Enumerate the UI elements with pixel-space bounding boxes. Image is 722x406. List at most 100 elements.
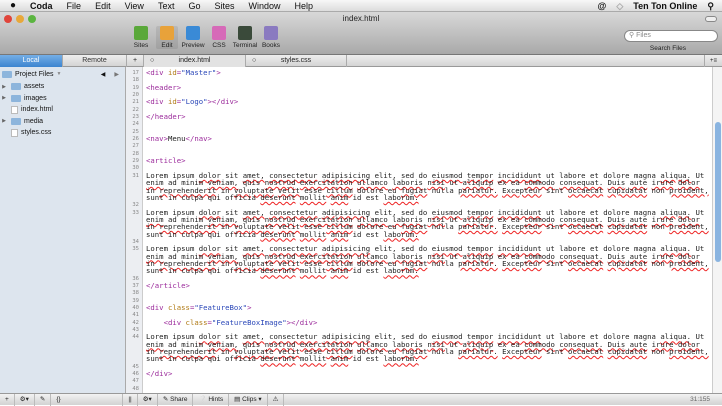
- close-tab-icon[interactable]: ○: [150, 55, 154, 67]
- file-item-styles-css[interactable]: styles.css: [0, 127, 125, 139]
- braces-icon[interactable]: {}: [51, 393, 124, 406]
- code-word: Excepteur: [502, 347, 542, 357]
- code-token: "Master": [181, 68, 217, 77]
- code-word: sint: [546, 185, 564, 195]
- code-word: occaecat: [568, 222, 604, 232]
- code-word: Excepteur: [502, 185, 542, 195]
- tab-bar: Local Remote + ○ index.html ○ styles.css +…: [0, 55, 722, 67]
- code-token: class: [167, 303, 190, 312]
- warning-icon[interactable]: ⚠: [268, 393, 285, 406]
- toolbar-books-button[interactable]: Books: [260, 26, 282, 49]
- code-word: qui: [207, 229, 221, 239]
- user-name[interactable]: Ten Ton Online: [633, 1, 697, 11]
- code-word: cupidatat: [607, 222, 648, 232]
- code-word: proident,: [669, 185, 709, 195]
- code-word: occaecat: [568, 258, 604, 268]
- file-item-assets[interactable]: ▶ assets: [0, 81, 125, 93]
- gear-icon[interactable]: ⚙▾: [15, 393, 35, 406]
- search-files-input[interactable]: ⚲ Files: [624, 30, 718, 42]
- code-word: [704, 171, 708, 180]
- line-number: 27: [132, 143, 139, 149]
- code-token: >: [216, 68, 221, 77]
- menu-app[interactable]: Coda: [30, 1, 53, 11]
- editor-gear-icon[interactable]: ⚙▾: [138, 393, 158, 406]
- file-item-index-html[interactable]: index.html: [0, 104, 125, 116]
- status-at-icon[interactable]: @: [598, 1, 607, 11]
- toolbar-label: Preview: [181, 42, 205, 49]
- tab-index-html[interactable]: ○ index.html: [143, 55, 245, 67]
- scrollbar-thumb[interactable]: [715, 122, 721, 262]
- back-icon[interactable]: ◀: [101, 71, 106, 78]
- code-word: est: [365, 354, 380, 364]
- hints-button[interactable]: ❔ Hints: [193, 393, 230, 406]
- menu-help[interactable]: Help: [295, 1, 314, 11]
- search-files-label: Search Files: [649, 45, 686, 52]
- diamond-icon[interactable]: ◇: [616, 1, 623, 12]
- add-button[interactable]: +: [0, 393, 15, 406]
- forward-icon[interactable]: ▶: [114, 71, 119, 78]
- line-number: 39: [132, 298, 139, 304]
- tab-styles-css[interactable]: ○ styles.css: [245, 55, 346, 67]
- disclosure-triangle-icon: ▶: [2, 83, 6, 90]
- toolbar-toggle-button[interactable]: [705, 16, 717, 22]
- tab-local[interactable]: Local: [0, 55, 62, 67]
- menu-go[interactable]: Go: [188, 1, 200, 11]
- line-number: 26: [132, 136, 139, 142]
- file-item-media[interactable]: ▶ media: [0, 116, 125, 128]
- project-files-header[interactable]: Project Files ▼ ◀ ▶: [0, 67, 125, 81]
- line-number: 28: [132, 151, 139, 157]
- code-token: ></div>: [286, 317, 318, 327]
- toolbar-css-button[interactable]: CSS: [208, 26, 230, 49]
- code-word: anim: [330, 229, 349, 239]
- code-word: culpa: [181, 266, 204, 276]
- line-number: 46: [132, 371, 139, 377]
- close-tab-icon[interactable]: ○: [252, 55, 256, 67]
- code-word: proident,: [669, 222, 709, 232]
- line-number: 40: [132, 305, 139, 311]
- toolbar-sites-button[interactable]: Sites: [130, 26, 152, 49]
- menu-view[interactable]: View: [125, 1, 144, 11]
- code-line: <div class="FeatureBox">: [146, 304, 712, 311]
- tab-label: index.html: [178, 57, 211, 64]
- tab-bar-empty: [346, 55, 704, 67]
- spotlight-search-icon[interactable]: ⚲: [707, 1, 714, 12]
- code-word: sint: [546, 222, 564, 232]
- code-word: qui: [207, 192, 221, 202]
- menu-edit[interactable]: Edit: [95, 1, 111, 11]
- menu-file[interactable]: File: [67, 1, 82, 11]
- file-item-images[interactable]: ▶ images: [0, 93, 125, 105]
- status-bar: + ⚙▾ ✎ {} || ⚙▾ ✎ Share ❔ Hints ▤ Clips …: [0, 393, 722, 406]
- tab-menu-button[interactable]: +≡: [704, 55, 722, 67]
- toolbar-label: Sites: [133, 42, 149, 49]
- code-editor[interactable]: <div id="Master"> <header> <div id="Logo">…: [143, 67, 712, 393]
- line-number: 37: [132, 283, 139, 289]
- clips-button[interactable]: ▤ Clips ▾: [229, 393, 268, 406]
- code-line: <div id="Master">: [146, 69, 712, 76]
- toolbar-terminal-button[interactable]: Terminal: [233, 26, 257, 49]
- file-name: index.html: [21, 106, 53, 114]
- code-word: anim: [330, 266, 349, 276]
- chevron-down-icon[interactable]: ▼: [57, 71, 62, 77]
- splitter-handle[interactable]: ||: [123, 393, 138, 406]
- new-tab-button[interactable]: +: [126, 55, 143, 67]
- menu-window[interactable]: Window: [248, 1, 280, 11]
- menu-sites[interactable]: Sites: [214, 1, 234, 11]
- apple-menu-icon[interactable]: ●: [10, 0, 16, 11]
- publish-icon[interactable]: ✎: [35, 393, 52, 406]
- code-token: ></div>: [207, 97, 239, 107]
- project-files-label: Project Files: [15, 70, 54, 78]
- line-number: 41: [132, 312, 139, 318]
- code-token: <nav>: [146, 134, 168, 144]
- vertical-scrollbar[interactable]: [712, 67, 722, 393]
- tab-remote[interactable]: Remote: [62, 55, 126, 67]
- code-word: in: [167, 266, 177, 276]
- menu-text[interactable]: Text: [158, 1, 175, 11]
- toolbar-edit-button[interactable]: Edit: [156, 26, 178, 49]
- line-number: 44: [132, 334, 139, 340]
- toolbar-preview-button[interactable]: Preview: [181, 26, 205, 49]
- code-word: nulla: [431, 347, 454, 357]
- code-word: anim: [330, 354, 349, 364]
- share-button[interactable]: ✎ Share: [158, 393, 194, 406]
- code-word: laborum.: [383, 192, 419, 202]
